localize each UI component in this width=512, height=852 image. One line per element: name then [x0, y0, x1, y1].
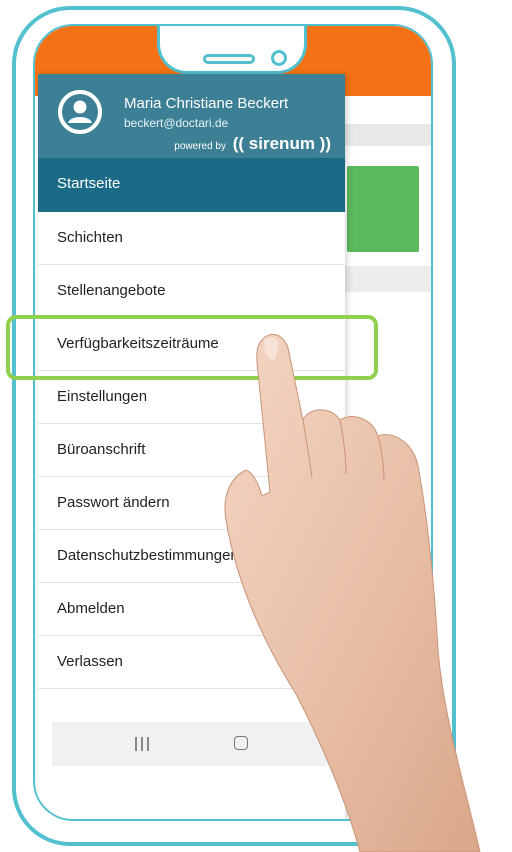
- home-icon[interactable]: [234, 736, 248, 750]
- camera-icon: [271, 50, 287, 66]
- drawer-header: Maria Christiane Beckert beckert@doctari…: [38, 74, 345, 158]
- powered-by-label: powered by (( sirenum )): [174, 134, 331, 154]
- drawer-menu: Startseite Schichten Stellenangebote Ver…: [38, 158, 345, 689]
- powered-by-text: powered by: [174, 141, 226, 152]
- menu-item-stellenangebote[interactable]: Stellenangebote: [38, 265, 345, 318]
- phone-notch: [157, 26, 307, 74]
- user-icon: [58, 90, 102, 134]
- phone-screen: Maria Christiane Beckert beckert@doctari…: [33, 24, 433, 821]
- menu-item-datenschutz[interactable]: Datenschutzbestimmungen: [38, 530, 345, 583]
- menu-item-passwort-aendern[interactable]: Passwort ändern: [38, 477, 345, 530]
- background-divider-strip: [345, 266, 431, 292]
- android-nav-bar: [52, 722, 364, 766]
- navigation-drawer: Maria Christiane Beckert beckert@doctari…: [38, 74, 345, 819]
- avatar: [58, 90, 102, 134]
- back-icon[interactable]: [335, 733, 349, 753]
- background-header-strip: [345, 124, 431, 146]
- speaker-icon: [203, 54, 255, 64]
- menu-item-startseite[interactable]: Startseite: [38, 158, 345, 212]
- recent-apps-icon[interactable]: [135, 737, 149, 751]
- sirenum-logo: (( sirenum )): [232, 134, 331, 153]
- menu-item-abmelden[interactable]: Abmelden: [38, 583, 345, 636]
- menu-item-schichten[interactable]: Schichten: [38, 212, 345, 265]
- user-email: beckert@doctari.de: [124, 116, 229, 130]
- background-green-card[interactable]: [347, 166, 419, 252]
- menu-item-verlassen[interactable]: Verlassen: [38, 636, 345, 689]
- highlight-frame: [6, 315, 378, 380]
- menu-item-bueroanschrift[interactable]: Büroanschrift: [38, 424, 345, 477]
- user-name: Maria Christiane Beckert: [124, 95, 289, 112]
